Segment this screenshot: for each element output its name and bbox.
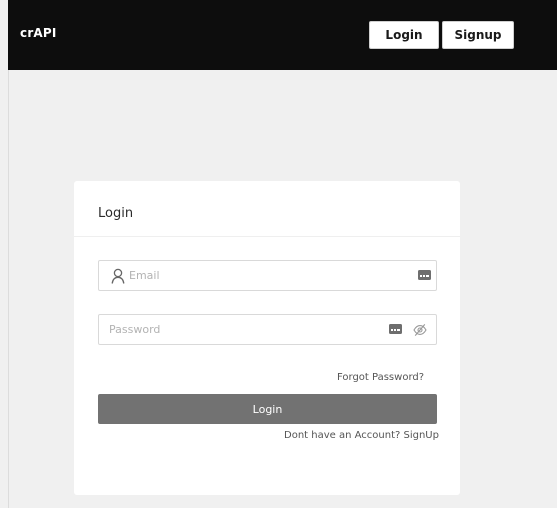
eye-slash-icon[interactable] — [413, 323, 427, 337]
header-login-button[interactable]: Login — [369, 21, 439, 49]
forgot-password-link[interactable]: Forgot Password? — [337, 372, 424, 383]
signup-link[interactable]: Dont have an Account? SignUp — [284, 430, 439, 441]
top-navbar: crAPI Login Signup — [8, 0, 557, 70]
autofill-icon[interactable] — [389, 324, 402, 334]
user-icon — [111, 268, 125, 284]
login-submit-button[interactable]: Login — [98, 394, 437, 424]
password-input[interactable] — [109, 315, 369, 344]
password-field[interactable] — [98, 314, 437, 345]
email-input[interactable] — [129, 261, 379, 290]
autofill-icon[interactable] — [418, 270, 431, 280]
brand-logo[interactable]: crAPI — [20, 26, 57, 40]
email-field[interactable] — [98, 260, 437, 291]
login-card: Login Forgot Password? Login Dont h — [74, 181, 460, 495]
header-signup-button[interactable]: Signup — [442, 21, 514, 49]
card-divider — [74, 236, 460, 237]
card-title: Login — [98, 206, 134, 221]
